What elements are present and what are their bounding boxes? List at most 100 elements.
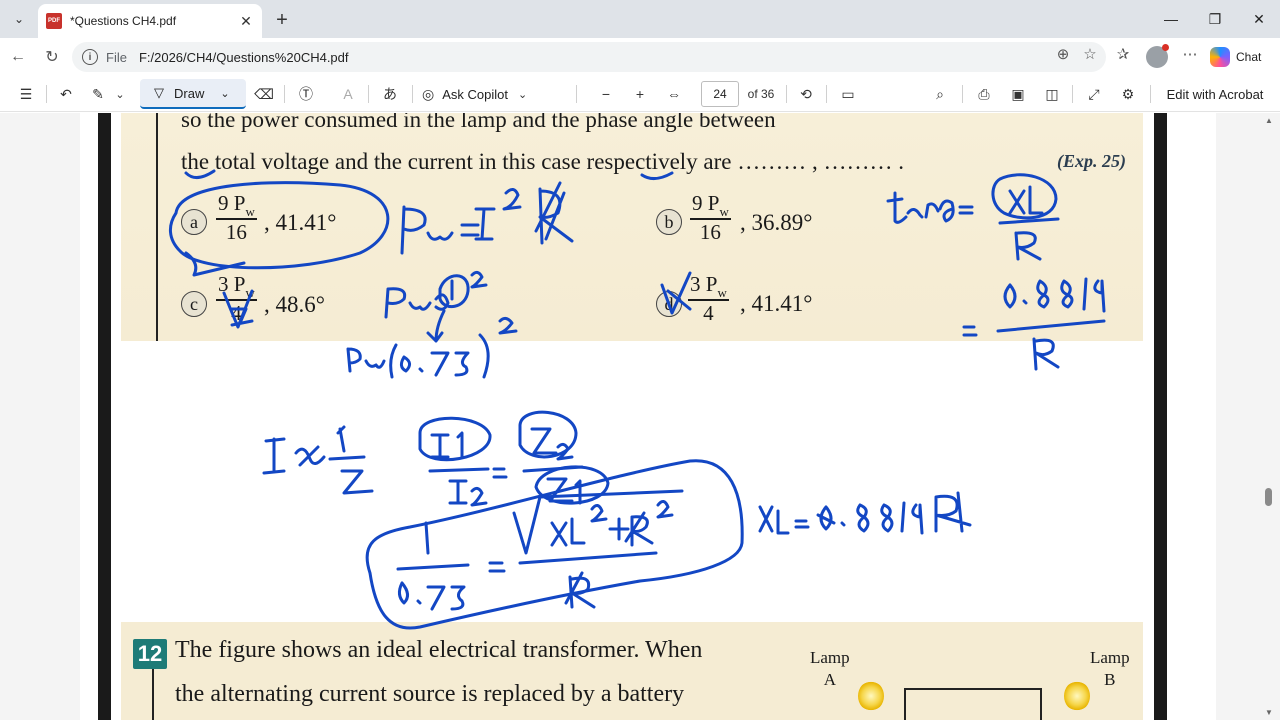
copilot-chat-button[interactable]: Chat	[1210, 42, 1274, 72]
ink-xl-equals	[758, 491, 972, 535]
settings-icon[interactable]: ⚙	[1116, 81, 1140, 107]
notification-dot	[1162, 44, 1169, 51]
ink-strike-d	[660, 271, 692, 315]
draw-dropdown-icon: ⌄	[220, 87, 230, 100]
ink-equals	[492, 467, 508, 479]
toolbar-divider	[962, 85, 963, 103]
close-window-button[interactable]: ✕	[1236, 0, 1280, 38]
ink-strike-c	[222, 289, 254, 329]
ink-equals	[962, 325, 978, 337]
page-number-input[interactable]: 24	[701, 81, 739, 107]
ink-pw-i2r	[400, 181, 574, 255]
scrollbar-thumb[interactable]	[1265, 488, 1272, 506]
ink-one	[424, 521, 430, 555]
ink-i-circle	[438, 274, 470, 308]
toolbar-divider	[1072, 85, 1073, 103]
collections-icon[interactable]: ✰	[1114, 45, 1132, 63]
navigation-bar: ← ↻ i File F:/2026/CH4/Questions%20CH4.p…	[0, 38, 1280, 76]
ink-xl	[1008, 185, 1044, 215]
toolbar-divider	[412, 85, 413, 103]
toolbar-divider	[46, 85, 47, 103]
restore-button[interactable]: ❐	[1192, 0, 1238, 38]
more-icon[interactable]: ⋯	[1181, 45, 1199, 63]
toolbar-divider	[284, 85, 285, 103]
minimize-button[interactable]: —	[1148, 0, 1194, 38]
text-box-icon[interactable]: Ⓣ	[294, 81, 318, 107]
ink-box	[365, 459, 744, 630]
ink-r	[1032, 337, 1060, 371]
address-bar[interactable]: i File F:/2026/CH4/Questions%20CH4.pdf	[72, 42, 1106, 72]
tab-close-icon[interactable]: ✕	[234, 9, 258, 33]
ink-i1	[430, 431, 464, 459]
toolbar-divider	[1150, 85, 1151, 103]
ink-i2	[448, 479, 488, 507]
print-icon[interactable]: ⎙	[972, 81, 996, 107]
draw-button[interactable]: ▽ Draw ⌄	[140, 79, 246, 109]
favorite-icon[interactable]: ☆	[1081, 45, 1099, 63]
read-aloud-icon[interactable]: A	[336, 81, 360, 107]
ink-i1-circle	[418, 416, 492, 462]
ink-i-prop-z	[262, 425, 374, 495]
scroll-up-icon[interactable]: ▲	[1264, 115, 1274, 125]
fit-width-icon[interactable]: ⇔	[662, 81, 686, 107]
translate-icon[interactable]: あ	[378, 81, 402, 107]
info-icon[interactable]: i	[82, 49, 98, 65]
ink-tick	[184, 169, 216, 179]
toolbar-divider	[826, 85, 827, 103]
highlight-icon[interactable]: ✎	[86, 81, 110, 107]
zoom-in-button[interactable]: +	[628, 81, 652, 107]
ink-frac-bar	[396, 563, 470, 571]
scrollbar[interactable]	[1264, 113, 1274, 720]
ink-frac-bar	[998, 217, 1060, 225]
title-bar: ⌄ PDF *Questions CH4.pdf ✕ + — ❐ ✕	[0, 0, 1280, 38]
save-as-icon[interactable]: ◫	[1040, 81, 1064, 107]
contents-icon[interactable]: ☰	[14, 81, 38, 107]
new-tab-button[interactable]: +	[268, 6, 296, 34]
rotate-icon[interactable]: ⟲	[794, 81, 818, 107]
pdf-toolbar: ☰ ↶ ✎ ⌄ ▽ Draw ⌄ ⌫ Ⓣ A あ ◎ Ask Copilot ⌄…	[0, 76, 1280, 112]
ask-copilot-dropdown-icon: ⌄	[517, 88, 528, 101]
back-icon[interactable]: ←	[4, 44, 32, 70]
page-view-icon[interactable]: ▭	[836, 81, 860, 107]
ink-r	[1014, 231, 1042, 261]
pdf-viewer[interactable]: so the power consumed in the lamp and th…	[0, 113, 1280, 720]
ink-tick	[640, 171, 674, 180]
scroll-down-icon[interactable]: ▼	[1264, 707, 1274, 717]
toolbar-divider	[786, 85, 787, 103]
zoom-icon[interactable]: ⊕	[1054, 45, 1072, 63]
zoom-out-button[interactable]: −	[594, 81, 618, 107]
undo-icon[interactable]: ↶	[54, 81, 78, 107]
tab-active[interactable]: PDF *Questions CH4.pdf ✕	[38, 4, 262, 38]
save-icon[interactable]: ▣	[1006, 81, 1030, 107]
eraser-icon[interactable]: ⌫	[252, 81, 276, 107]
ink-circle-option-a	[169, 181, 390, 270]
page-total: of 36	[747, 87, 775, 101]
tab-actions-icon[interactable]: ⌄	[6, 6, 32, 32]
ink-arrow	[426, 309, 446, 343]
fullscreen-icon[interactable]: ⤢	[1082, 81, 1106, 107]
ink-frac-bar	[518, 551, 658, 565]
ink-075	[397, 581, 466, 611]
ink-sq	[470, 270, 488, 289]
ink-frac-bar	[428, 467, 490, 473]
toolbar-divider	[576, 85, 577, 103]
draw-label: Draw	[174, 85, 205, 101]
ask-copilot-label: Ask Copilot	[442, 86, 508, 102]
copilot-icon	[1210, 47, 1230, 67]
search-icon[interactable]: ⌕	[928, 81, 952, 107]
ink-value	[1003, 277, 1106, 313]
refresh-icon[interactable]: ↻	[38, 44, 66, 70]
pdf-file-icon: PDF	[46, 13, 62, 29]
toolbar-divider	[368, 85, 369, 103]
ink-equals	[488, 561, 506, 573]
ink-z2	[530, 427, 574, 461]
highlight-dropdown-icon[interactable]: ⌄	[112, 81, 128, 107]
draw-icon: ▽	[154, 85, 164, 100]
edit-with-acrobat-button[interactable]: Edit with Acrobat	[1160, 81, 1270, 107]
ink-tan-theta	[886, 191, 974, 224]
ink-pw-075	[346, 333, 490, 379]
ask-copilot-button[interactable]: ◎ Ask Copilot ⌄	[422, 81, 542, 107]
ink-sqrt	[512, 489, 684, 555]
copilot-chat-label: Chat	[1236, 50, 1262, 64]
address-scheme-label: File	[106, 49, 127, 65]
